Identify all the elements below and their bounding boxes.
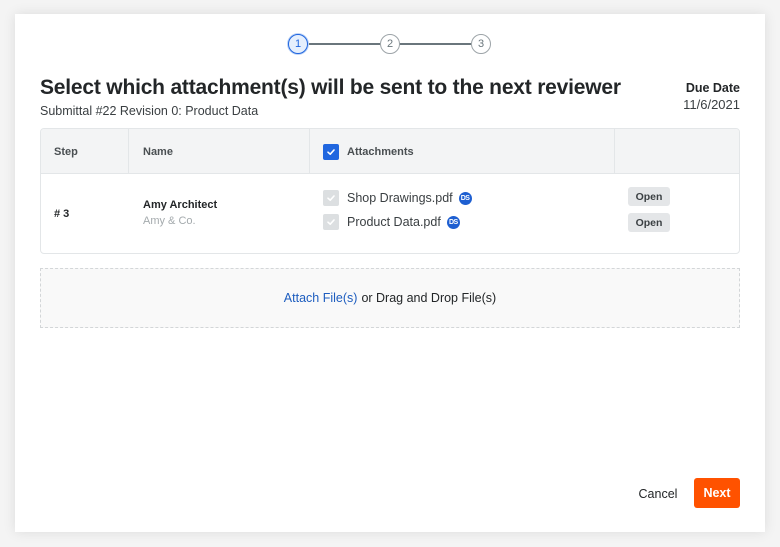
select-all-checkbox[interactable] <box>323 143 339 160</box>
checkmark-icon <box>327 195 335 201</box>
column-header-step: Step <box>41 129 129 174</box>
cancel-button[interactable]: Cancel <box>632 479 684 509</box>
next-button[interactable]: Next <box>694 478 740 508</box>
attachments-header-label: Attachments <box>347 145 414 158</box>
stepper-step-3: 3 <box>471 34 491 54</box>
step-number: # 3 <box>54 208 70 220</box>
checkmark-icon <box>327 219 335 225</box>
attachment-checkbox[interactable] <box>323 190 339 206</box>
checkmark-icon <box>327 148 335 155</box>
attachment-filename: Shop Drawings.pdf <box>347 191 453 205</box>
attachment-checkbox[interactable] <box>323 214 339 230</box>
docusign-icon: DS <box>446 215 460 229</box>
docusign-icon: DS <box>458 191 472 205</box>
attachment-item: Shop Drawings.pdf DS <box>323 186 472 210</box>
column-header-name: Name <box>129 129 310 174</box>
progress-stepper: 1 2 3 <box>288 34 493 54</box>
stepper-connector <box>308 43 380 45</box>
table-header: Step Name Attachments <box>41 129 739 174</box>
page-title: Select which attachment(s) will be sent … <box>40 76 621 99</box>
stepper-step-1: 1 <box>288 34 308 54</box>
table-row: # 3 Amy Architect Amy & Co. Shop Drawing… <box>41 174 739 253</box>
due-date: Due Date 11/6/2021 <box>683 81 740 112</box>
stepper-step-2: 2 <box>380 34 400 54</box>
attach-files-link[interactable]: Attach File(s) <box>284 291 358 305</box>
due-date-value: 11/6/2021 <box>683 97 740 112</box>
attachments-table: Step Name Attachments # 3 Amy Architect … <box>40 128 740 254</box>
attachment-filename: Product Data.pdf <box>347 215 441 229</box>
stepper-connector <box>399 43 471 45</box>
file-dropzone[interactable]: Attach File(s) or Drag and Drop File(s) <box>40 268 740 328</box>
page-subtitle: Submittal #22 Revision 0: Product Data <box>40 104 259 118</box>
reviewer-name: Amy Architect <box>143 199 218 211</box>
dropzone-text: or Drag and Drop File(s) <box>361 291 497 305</box>
attachment-item: Product Data.pdf DS <box>323 210 472 234</box>
due-date-label: Due Date <box>685 81 740 95</box>
reviewer-cell: Amy Architect Amy & Co. <box>143 199 217 227</box>
reviewer-company: Amy & Co. <box>143 215 196 227</box>
actions-cell: Open Open <box>628 187 670 239</box>
column-header-attachments: Attachments <box>310 129 615 174</box>
attachment-selection-dialog: 1 2 3 Select which attachment(s) will be… <box>15 14 765 532</box>
column-header-actions <box>615 129 739 174</box>
open-attachment-button[interactable]: Open <box>628 213 670 232</box>
open-attachment-button[interactable]: Open <box>628 187 670 206</box>
attachments-cell: Shop Drawings.pdf DS Product Data.pdf DS <box>323 186 472 234</box>
